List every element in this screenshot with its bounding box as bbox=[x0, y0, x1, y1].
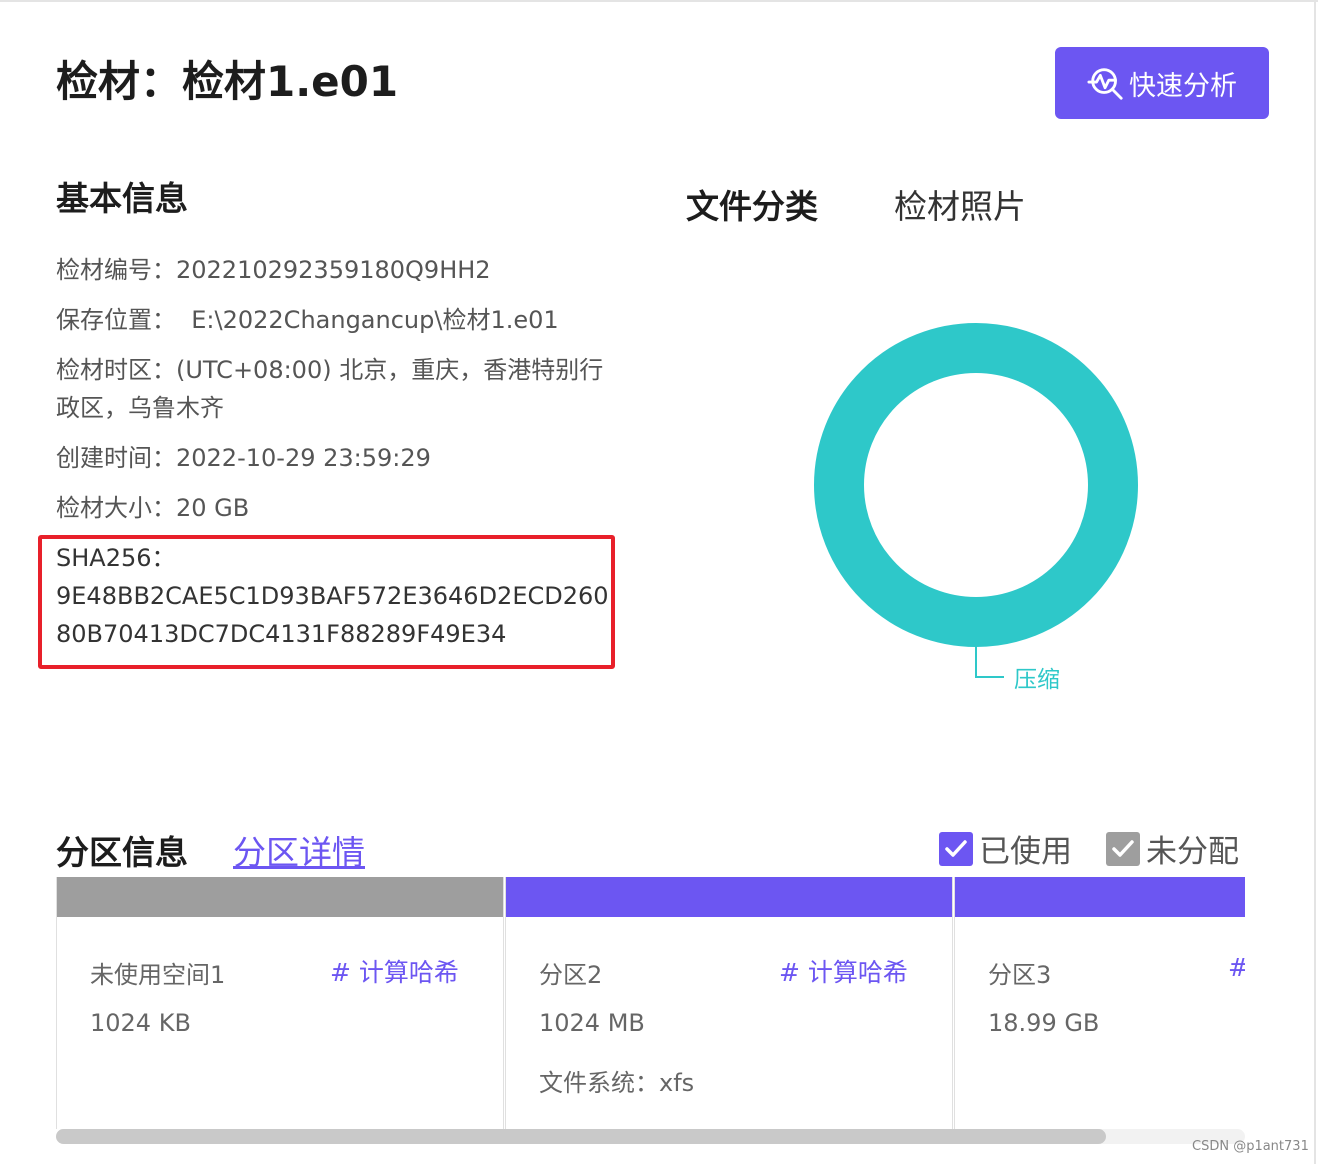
partition-card: 分区3 # 18.99 GB bbox=[954, 877, 1245, 1129]
created-key: 创建时间： bbox=[56, 444, 176, 472]
info-row-id: 检材编号：202210292359180Q9HH2 bbox=[56, 251, 491, 289]
id-value: 202210292359180Q9HH2 bbox=[176, 256, 491, 284]
legend-unallocated-label: 未分配 bbox=[1146, 834, 1239, 870]
analysis-search-icon bbox=[1087, 68, 1123, 100]
timezone-key: 检材时区： bbox=[56, 356, 176, 384]
quick-analysis-label: 快速分析 bbox=[1129, 70, 1237, 102]
partition-usage-bar bbox=[57, 877, 503, 917]
path-value: E:\2022Changancup\检材1.e01 bbox=[191, 306, 559, 334]
compute-hash-button[interactable]: # 计算哈希 bbox=[779, 953, 908, 989]
sha256-line-1: 9E48BB2CAE5C1D93BAF572E3646D2ECD260 bbox=[56, 582, 609, 610]
info-row-path: 保存位置： E:\2022Changancup\检材1.e01 bbox=[56, 301, 559, 339]
page-top-border bbox=[0, 0, 1318, 2]
partition-size: 1024 MB bbox=[539, 1009, 645, 1037]
partition-usage-bar bbox=[955, 877, 1245, 917]
checkbox-checked-icon[interactable] bbox=[1106, 831, 1140, 866]
legend-unallocated-toggle[interactable]: 未分配 bbox=[1106, 826, 1239, 871]
path-key: 保存位置： bbox=[56, 306, 176, 334]
partition-detail-link[interactable]: 分区详情 bbox=[233, 826, 365, 874]
donut-ring-compressed[interactable] bbox=[814, 323, 1138, 647]
partition-card: 分区2 # 计算哈希 1024 MB 文件系统：xfs bbox=[505, 877, 953, 1129]
sha256-line-2: 80B70413DC7DC4131F88289F49E34 bbox=[56, 620, 507, 648]
partition-name: 未使用空间1 bbox=[90, 961, 226, 989]
partition-name: 分区2 bbox=[539, 961, 603, 989]
info-row-timezone: 检材时区：(UTC+08:00) 北京，重庆，香港特别行政区，乌鲁木齐 bbox=[56, 351, 616, 427]
partition-card: 未使用空间1 # 计算哈希 1024 KB bbox=[56, 877, 504, 1129]
donut-label-compressed: 压缩 bbox=[1014, 667, 1060, 693]
legend-used-toggle[interactable]: 已使用 bbox=[939, 826, 1072, 871]
created-value: 2022-10-29 23:59:29 bbox=[176, 444, 431, 472]
checkbox-checked-icon[interactable] bbox=[939, 831, 973, 866]
size-value: 20 GB bbox=[176, 494, 250, 522]
tab-evidence-photo[interactable]: 检材照片 bbox=[894, 180, 1026, 228]
partition-filesystem: 文件系统：xfs bbox=[539, 1069, 695, 1097]
compute-hash-button[interactable]: # 计算哈希 bbox=[330, 953, 459, 989]
compute-hash-button[interactable]: # bbox=[1228, 953, 1245, 982]
partition-name: 分区3 bbox=[988, 961, 1052, 989]
horizontal-scrollbar-thumb[interactable] bbox=[56, 1129, 1106, 1144]
partition-size: 18.99 GB bbox=[988, 1009, 1100, 1037]
partition-info-title: 分区信息 bbox=[56, 833, 188, 872]
id-key: 检材编号： bbox=[56, 256, 176, 284]
basic-info-title: 基本信息 bbox=[56, 179, 188, 218]
partition-size: 1024 KB bbox=[90, 1009, 191, 1037]
size-key: 检材大小： bbox=[56, 494, 176, 522]
info-row-size: 检材大小：20 GB bbox=[56, 489, 249, 527]
sha256-key: SHA256： bbox=[56, 544, 176, 572]
info-row-created: 创建时间：2022-10-29 23:59:29 bbox=[56, 439, 431, 477]
page-title: 检材：检材1.e01 bbox=[56, 57, 399, 106]
partition-usage-bar bbox=[506, 877, 952, 917]
donut-label-leader-line bbox=[975, 646, 1004, 678]
legend-used-label: 已使用 bbox=[979, 834, 1072, 870]
file-category-title: 文件分类 bbox=[686, 187, 818, 226]
page-right-border bbox=[1314, 0, 1316, 1164]
sha256-block: SHA256： 9E48BB2CAE5C1D93BAF572E3646D2ECD… bbox=[56, 539, 609, 653]
partition-cards: 未使用空间1 # 计算哈希 1024 KB 分区2 # 计算哈希 1024 MB… bbox=[56, 877, 1245, 1129]
quick-analysis-button[interactable]: 快速分析 bbox=[1055, 47, 1269, 119]
watermark: CSDN @p1ant731 bbox=[1192, 1139, 1309, 1154]
file-category-donut-chart bbox=[814, 323, 1138, 678]
